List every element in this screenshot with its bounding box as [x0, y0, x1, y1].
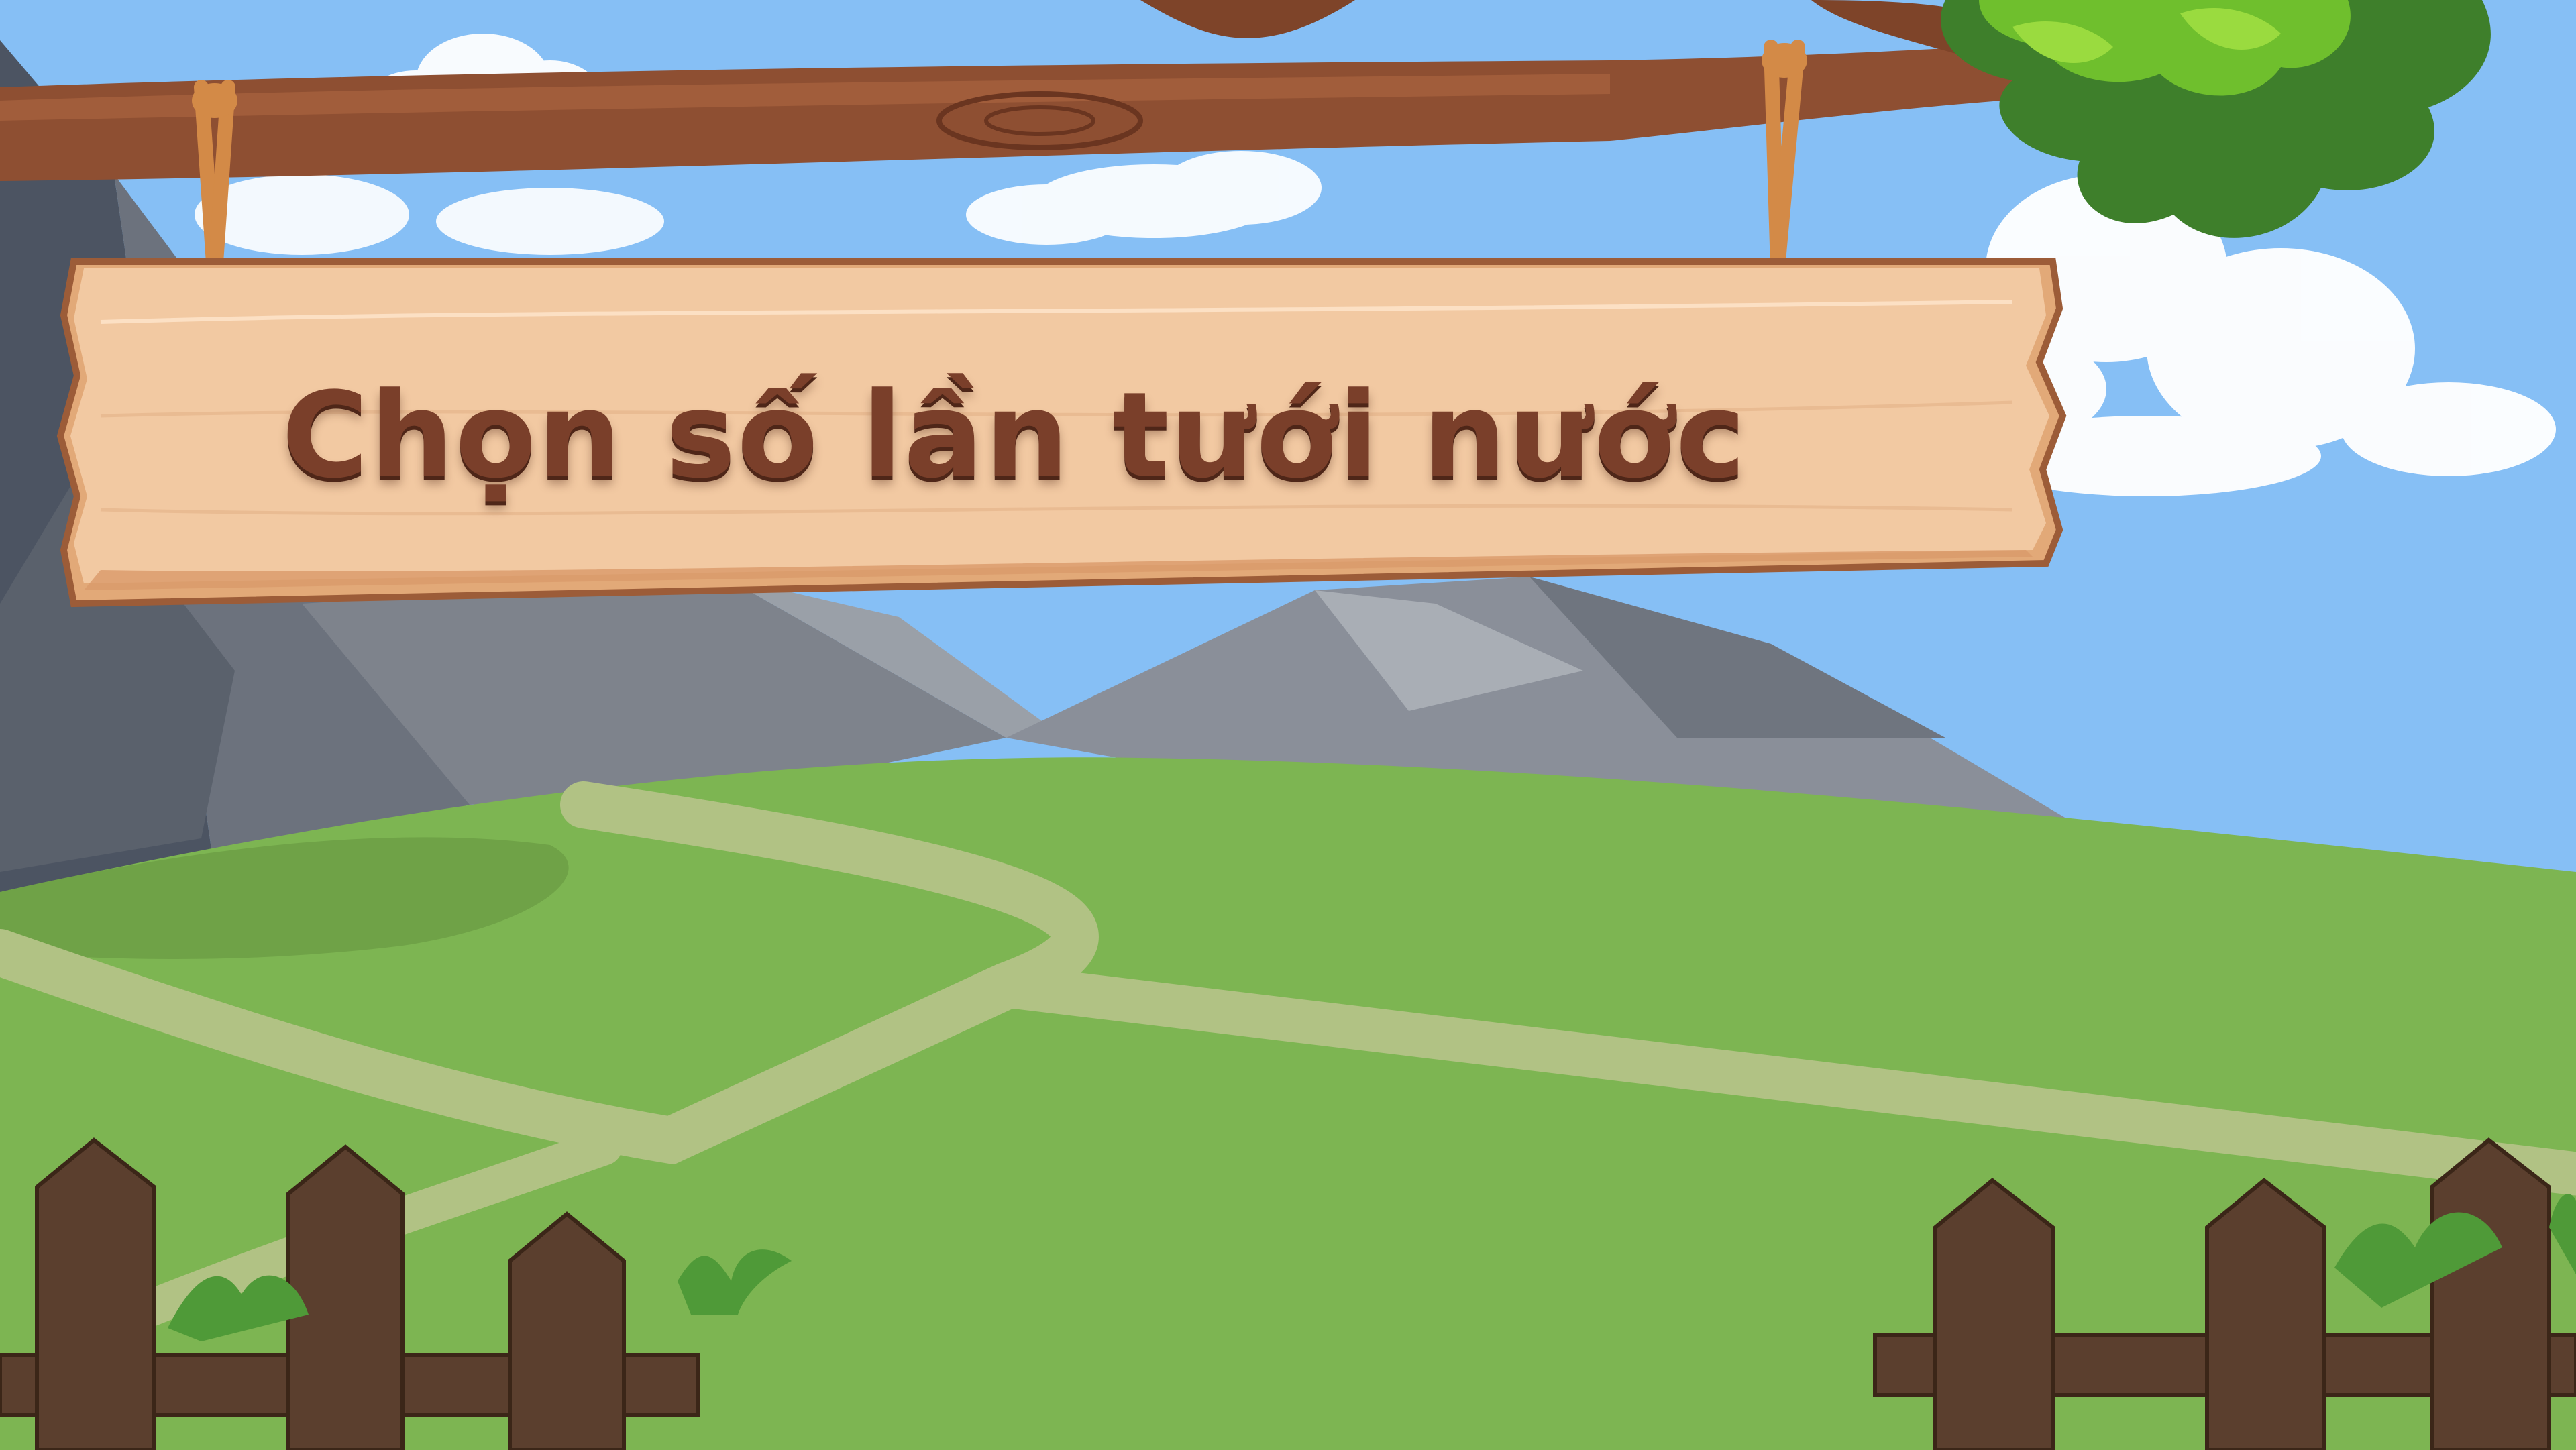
sign-title: Chọn số lần tưới nước [282, 367, 1748, 504]
game-scene [0, 0, 2576, 1450]
